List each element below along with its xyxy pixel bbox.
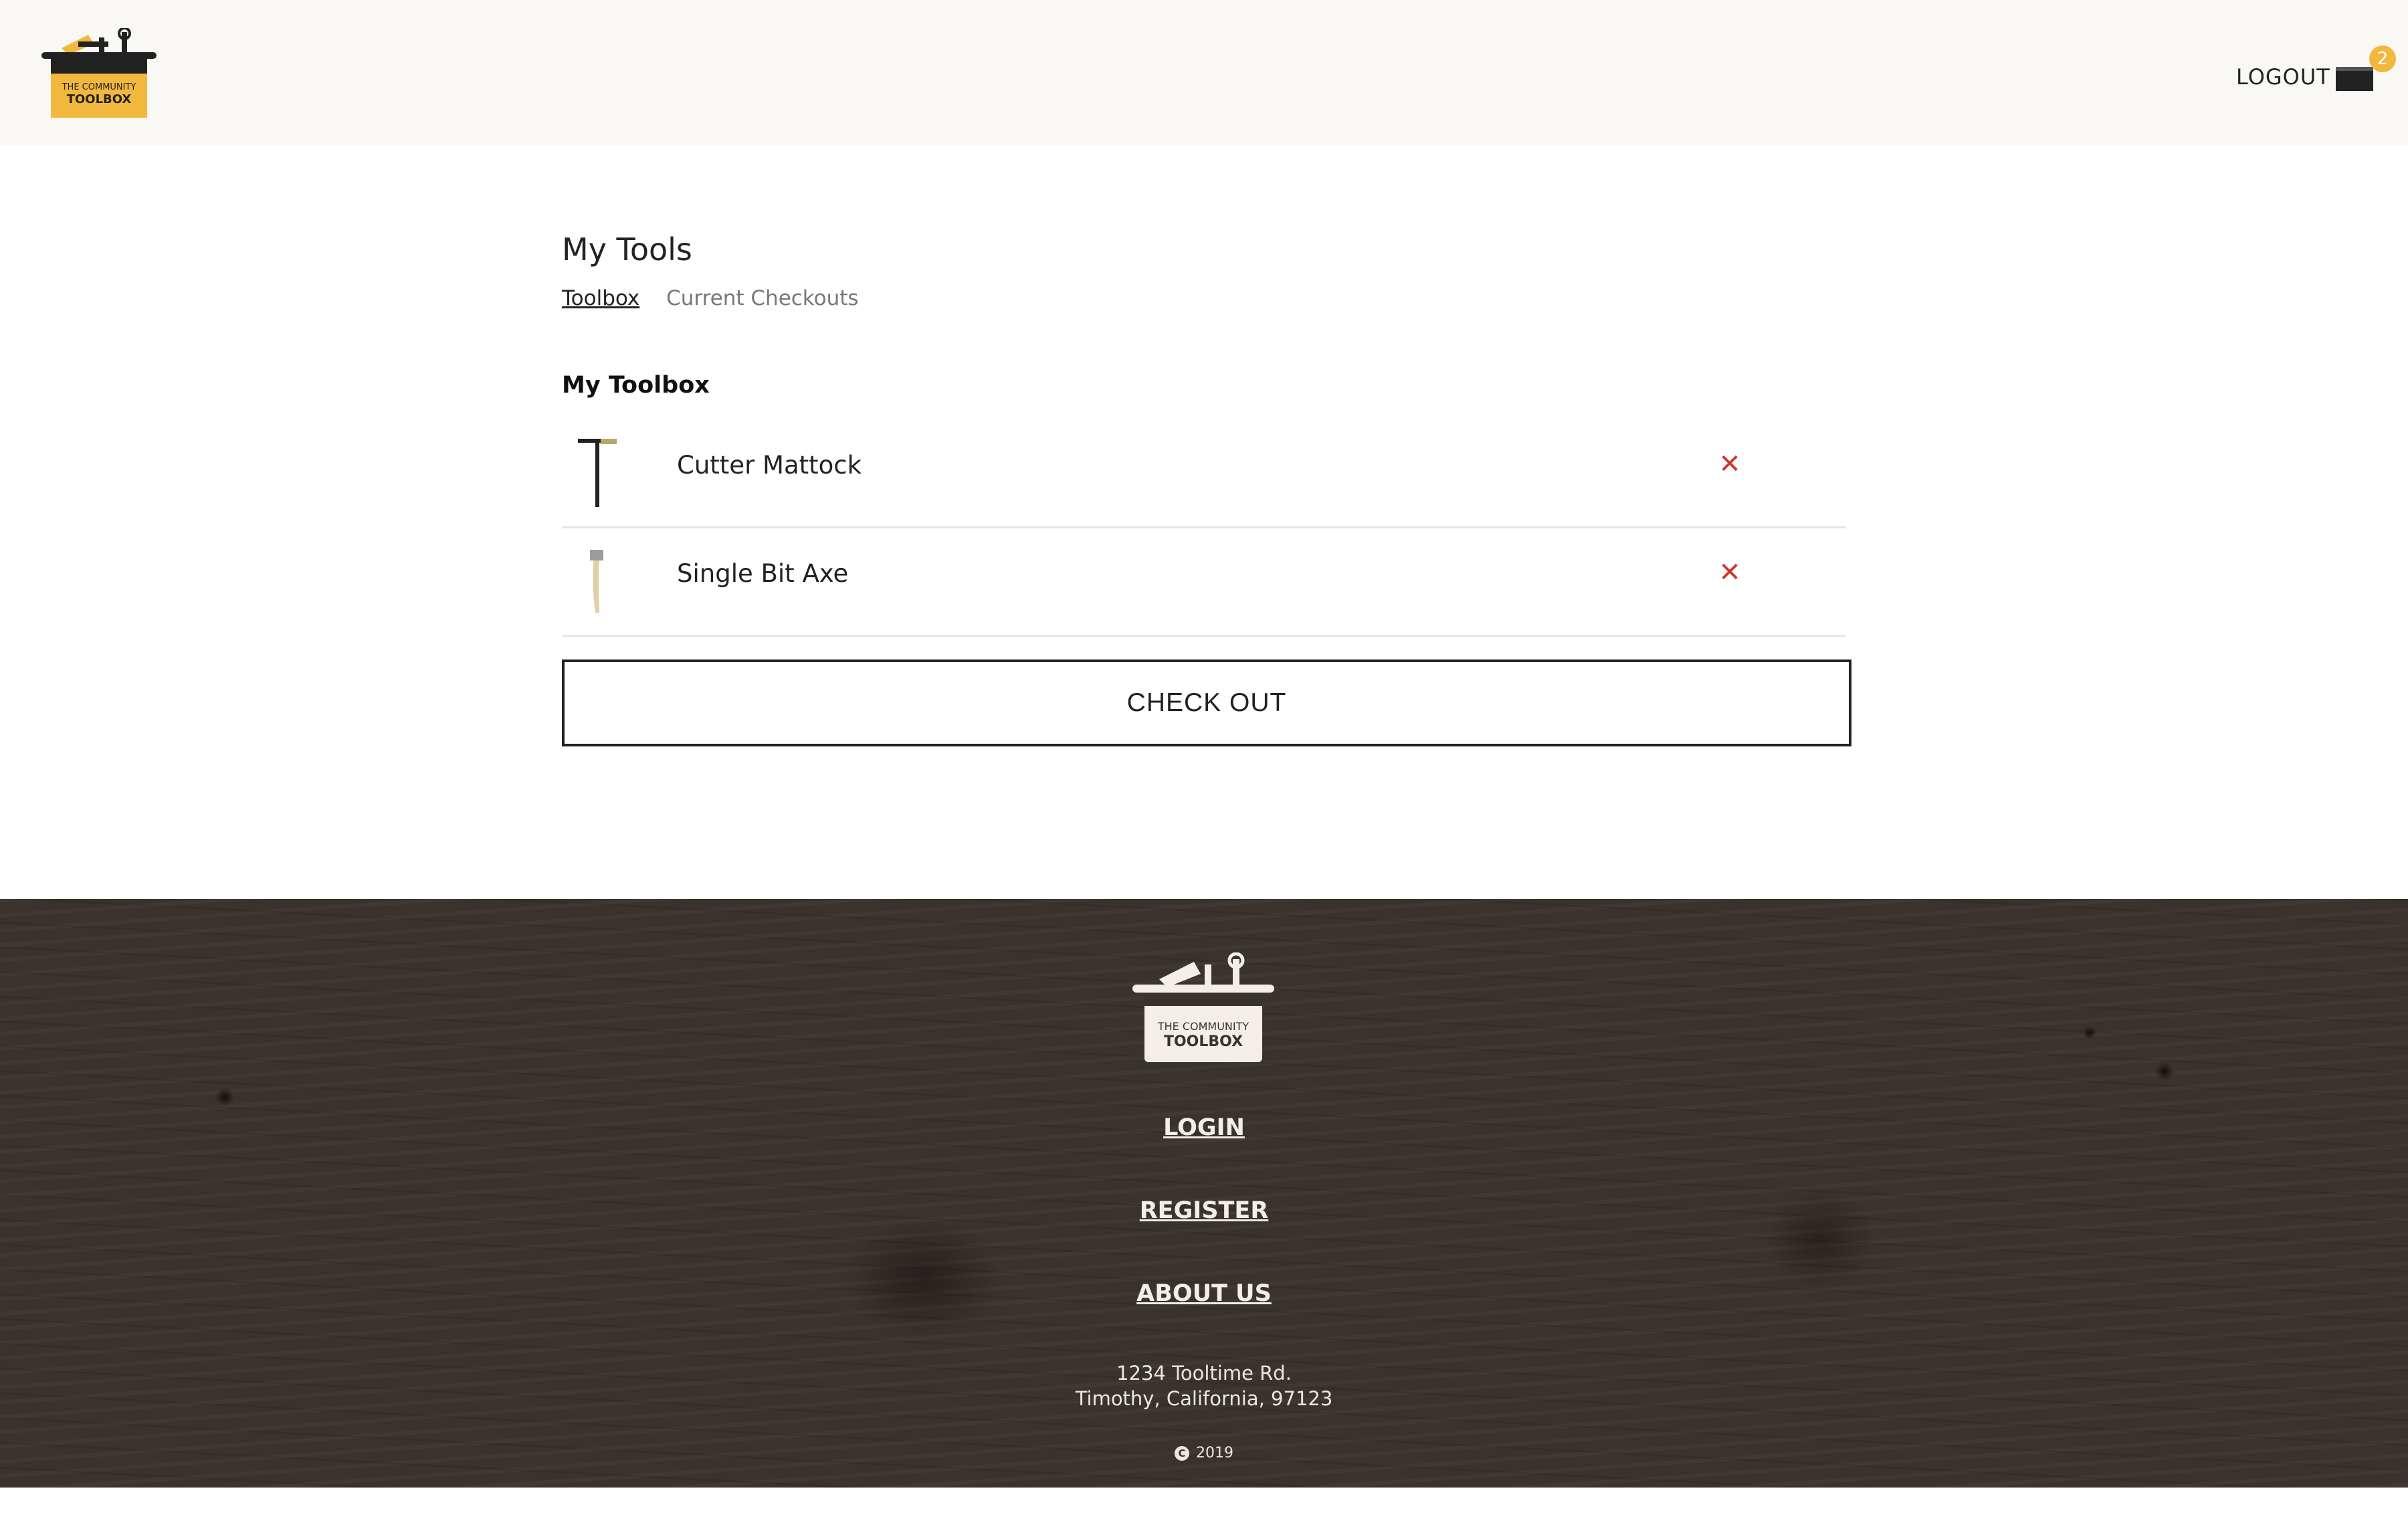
logout-link[interactable]: LOGOUT <box>2236 64 2330 90</box>
remove-item-button[interactable]: ✕ <box>1716 451 1743 478</box>
address-line2: Timothy, California, 97123 <box>1075 1387 1333 1410</box>
tools-subnav: Toolbox Current Checkouts <box>562 286 879 310</box>
copyright: C 2019 <box>0 1445 2408 1461</box>
community-toolbox-logo[interactable]: THE COMMUNITY TOOLBOX <box>1132 952 1274 1062</box>
logo-line2: TOOLBOX <box>1164 1033 1243 1050</box>
footer-register-link[interactable]: REGISTER <box>0 1197 2408 1224</box>
address-block: 1234 Tooltime Rd. Timothy, California, 9… <box>0 1360 2408 1411</box>
logo-line1: THE COMMUNITY <box>1157 1020 1249 1033</box>
checkout-button[interactable]: CHECK OUT <box>562 659 1851 746</box>
tab-current-checkouts[interactable]: Current Checkouts <box>666 286 858 310</box>
tab-toolbox[interactable]: Toolbox <box>562 286 639 310</box>
site-header: THE COMMUNITY TOOLBOX LOGOUT 2 <box>0 0 2408 145</box>
logo-line1: THE COMMUNITY <box>62 82 136 92</box>
section-title: My Toolbox <box>562 372 710 399</box>
logo-line2: TOOLBOX <box>67 92 132 106</box>
list-item: Single Bit Axe ✕ <box>562 530 1846 637</box>
remove-item-button[interactable]: ✕ <box>1716 559 1743 586</box>
mattock-icon <box>578 439 617 507</box>
site-footer: THE COMMUNITY TOOLBOX LOGIN REGISTER ABO… <box>0 899 2408 1488</box>
cart-count-badge: 2 <box>2369 45 2396 72</box>
footer-login-link[interactable]: LOGIN <box>0 1114 2408 1141</box>
community-toolbox-logo[interactable]: THE COMMUNITY TOOLBOX <box>41 28 157 118</box>
toolbox-cart-icon <box>2336 67 2373 91</box>
list-item: Cutter Mattock ✕ <box>562 421 1846 528</box>
address-line1: 1234 Tooltime Rd. <box>1116 1362 1292 1385</box>
copyright-year: 2019 <box>1196 1445 1233 1461</box>
cart-button[interactable] <box>2336 62 2373 91</box>
axe-icon <box>590 550 603 613</box>
item-name: Cutter Mattock <box>677 451 862 480</box>
copyright-icon: C <box>1175 1446 1189 1461</box>
item-name: Single Bit Axe <box>677 559 849 588</box>
footer-about-link[interactable]: ABOUT US <box>0 1280 2408 1307</box>
page-title: My Tools <box>562 231 692 268</box>
